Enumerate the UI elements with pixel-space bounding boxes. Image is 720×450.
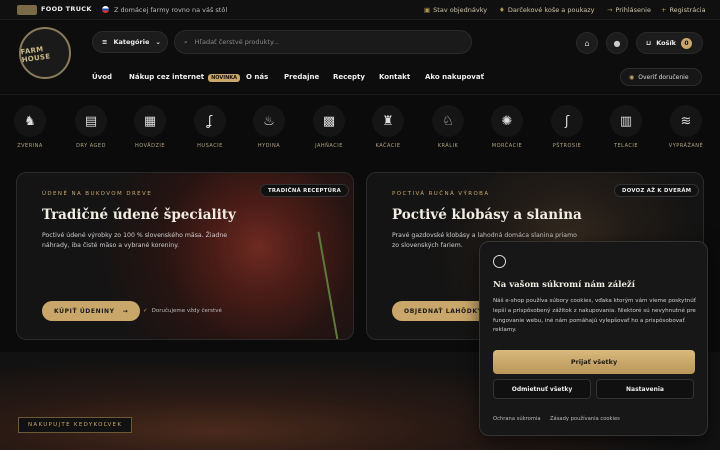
- category-turkey[interactable]: ✺ MORČACIE: [477, 105, 537, 149]
- new-badge: NOVINKA: [208, 74, 241, 82]
- nav-item-online-shop[interactable]: Nákup cez internet NOVINKA: [129, 73, 241, 82]
- nav-item-stores[interactable]: Predajne: [284, 73, 319, 81]
- cart-button[interactable]: ⊔ Košík 0: [636, 32, 703, 54]
- slovak-flag-icon: [102, 6, 109, 13]
- verify-delivery-button[interactable]: ◉ Overiť doručenie: [620, 68, 702, 86]
- fried-icon: ≋: [670, 105, 702, 137]
- register-link[interactable]: + Registrácia: [661, 6, 706, 14]
- category-dry-aged[interactable]: ▤ DRY AGED: [61, 105, 121, 149]
- category-strip: ♞ ZVERINA ▤ DRY AGED ▦ HOVÄDZIE ʆ HUSACIE ♨ H…: [0, 94, 720, 158]
- meat-cut-icon: ▤: [75, 105, 107, 137]
- smoked-specialties-card[interactable]: ÚDENÉ NA BUKOVOM DREVE TRADIČNÁ RECEPTÚR…: [16, 172, 354, 340]
- pin-icon: ◉: [629, 73, 635, 81]
- arrow-right-icon: →: [122, 307, 129, 315]
- nav-item-home[interactable]: Úvod: [92, 73, 112, 81]
- login-link[interactable]: → Prihlásenie: [607, 6, 651, 14]
- nav-item-how-to-buy[interactable]: Ako nakupovať: [425, 73, 484, 81]
- cart-icon: ⊔: [646, 39, 652, 47]
- category-veal[interactable]: ▥ TELACIE: [596, 105, 656, 149]
- deer-icon: ♞: [14, 105, 46, 137]
- category-goose[interactable]: ʆ HUSACIE: [180, 105, 240, 149]
- category-lamb[interactable]: ▩ JAHŇACIE: [299, 105, 359, 149]
- rabbit-icon: ♘: [432, 105, 464, 137]
- chevron-down-icon: ⌄: [155, 38, 161, 46]
- user-plus-icon: +: [661, 5, 667, 14]
- user-icon[interactable]: ●: [606, 32, 628, 54]
- slogan: Z domácej farmy rovno na váš stôl: [114, 5, 228, 14]
- delivery-note: ✓ Doručujeme vždy čerstvé: [143, 308, 222, 314]
- search-icon: ⌕: [184, 37, 188, 46]
- ostrich-icon: ʃ: [551, 105, 583, 137]
- cookie-text: Náš e-shop používa súbory cookies, vďaka…: [493, 298, 696, 334]
- cookie-rules-link[interactable]: Zásady používania cookies: [550, 416, 620, 422]
- search-input[interactable]: ⌕ Hľadať čerstvé produkty...: [174, 30, 472, 54]
- category-duck[interactable]: ♜ KAČACIE: [358, 105, 418, 149]
- category-venison[interactable]: ♞ ZVERINA: [0, 105, 60, 149]
- gift-icon: ♦: [499, 5, 505, 14]
- cookie-title: Na vašom súkromí nám záleží: [493, 280, 635, 290]
- category-ostrich[interactable]: ʃ PŠTROSIE: [537, 105, 597, 149]
- gift-baskets-link[interactable]: ♦ Darčekové koše a poukazy: [499, 6, 594, 14]
- reject-all-button[interactable]: Odmietnuť všetky: [493, 379, 591, 399]
- buy-smoked-button[interactable]: KÚPIŤ ÚDENINY →: [42, 301, 141, 321]
- basket-icon[interactable]: ⌂: [576, 32, 598, 54]
- card-tag: TRADIČNÁ RECEPTÚRA: [260, 184, 349, 197]
- cow-icon: ▦: [134, 105, 166, 137]
- category-beef[interactable]: ▦ HOVÄDZIE: [120, 105, 180, 149]
- accept-all-button[interactable]: Prijať všetky: [493, 350, 695, 374]
- nav-item-contact[interactable]: Kontakt: [379, 73, 410, 81]
- food-truck-label[interactable]: FOOD TRUCK: [41, 5, 92, 13]
- login-icon: →: [607, 5, 613, 14]
- check-icon: ✓: [143, 308, 148, 314]
- duck-icon: ♜: [372, 105, 404, 137]
- cookie-settings-button[interactable]: Nastavenia: [596, 379, 694, 399]
- rosemary-decoration: [317, 231, 339, 339]
- top-bar: FOOD TRUCK Z domácej farmy rovno na váš …: [0, 0, 720, 20]
- turkey-icon: ✺: [491, 105, 523, 137]
- category-rabbit[interactable]: ♘ KRÁLIK: [418, 105, 478, 149]
- cookie-icon: [493, 255, 506, 268]
- goose-icon: ʆ: [194, 105, 226, 137]
- nav-item-about[interactable]: O nás: [246, 73, 268, 81]
- nav-item-recipes[interactable]: Recepty: [333, 73, 365, 81]
- cookie-consent-dialog: Na vašom súkromí nám záleží Náš e-shop p…: [479, 241, 708, 436]
- farm-house-logo[interactable]: FARM HOUSE: [19, 27, 71, 79]
- menu-icon: ≡: [102, 38, 108, 46]
- privacy-link[interactable]: Ochrana súkromia: [493, 416, 541, 422]
- food-truck-icon: [17, 5, 37, 15]
- card-tag: DOVOZ AŽ K DVERÁM: [614, 184, 700, 197]
- category-poultry[interactable]: ♨ HYDINA: [239, 105, 299, 149]
- card-kicker: ÚDENÉ NA BUKOVOM DREVE: [42, 191, 153, 197]
- box-icon: ▣: [424, 5, 431, 14]
- card-title: Poctivé klobásy a slanina: [392, 207, 582, 223]
- card-kicker: POCTIVÁ RUČNÁ VÝROBA: [392, 191, 490, 197]
- search-placeholder: Hľadať čerstvé produkty...: [194, 38, 280, 46]
- card-title: Tradičné údené špeciality: [42, 207, 236, 223]
- cart-count-badge: 0: [681, 37, 692, 49]
- lamb-icon: ▩: [313, 105, 345, 137]
- category-fried[interactable]: ≋ VYPRÁŽANÉ: [656, 105, 716, 149]
- calf-icon: ▥: [610, 105, 642, 137]
- categories-button[interactable]: ≡ Kategórie ⌄: [92, 31, 168, 53]
- chicken-icon: ♨: [253, 105, 285, 137]
- card-description: Poctivé údené výrobky zo 100 % slovenské…: [42, 232, 228, 249]
- shop-anytime-button[interactable]: NAKUPUJTE KEDYKOĽVEK: [18, 417, 133, 433]
- order-status-link[interactable]: ▣ Stav objednávky: [424, 6, 487, 14]
